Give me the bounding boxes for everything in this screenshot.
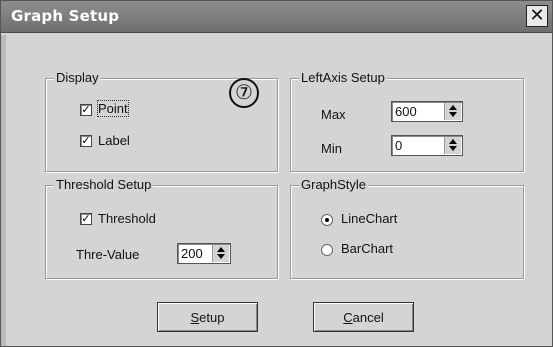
spin-down-icon[interactable]: [449, 146, 457, 151]
spin-up-icon[interactable]: [449, 105, 457, 110]
max-label: Max: [321, 107, 346, 122]
thre-value-spinner[interactable]: 200: [177, 243, 231, 264]
graph-setup-dialog: Graph Setup ✕ Display ✓ Point ✓ Label ⑦ …: [0, 0, 553, 347]
max-spinner-buttons[interactable]: [444, 103, 461, 120]
left-edge-strip: [1, 35, 6, 346]
cancel-button[interactable]: Cancel: [313, 302, 414, 332]
thre-value-spinner-buttons[interactable]: [212, 245, 229, 262]
setup-label: etup: [199, 309, 225, 325]
cancel-mnemonic: C: [343, 309, 353, 325]
max-value[interactable]: 600: [395, 104, 417, 119]
spin-up-icon[interactable]: [217, 247, 225, 252]
setup-mnemonic: S: [190, 309, 200, 325]
close-icon: ✕: [529, 5, 545, 26]
spin-down-icon[interactable]: [449, 112, 457, 117]
dialog-title: Graph Setup: [11, 7, 120, 25]
threshold-legend: Threshold Setup: [54, 177, 154, 192]
check-icon: ✓: [81, 134, 91, 147]
setup-button[interactable]: Setup: [157, 302, 258, 332]
label-label[interactable]: Label: [98, 133, 130, 148]
threshold-label[interactable]: Threshold: [98, 211, 156, 226]
point-checkbox[interactable]: ✓: [80, 104, 92, 116]
spin-up-icon[interactable]: [449, 139, 457, 144]
check-icon: ✓: [81, 212, 91, 225]
check-icon: ✓: [81, 103, 91, 116]
min-spinner[interactable]: 0: [391, 135, 463, 156]
display-legend: Display: [54, 70, 101, 85]
label-checkbox[interactable]: ✓: [80, 135, 92, 147]
radio-selected-dot: [325, 218, 329, 222]
thre-value[interactable]: 200: [181, 246, 203, 261]
close-button[interactable]: ✕: [526, 5, 548, 27]
min-value[interactable]: 0: [395, 138, 402, 153]
threshold-checkbox[interactable]: ✓: [80, 213, 92, 225]
spin-down-icon[interactable]: [217, 254, 225, 259]
annotation-mark: ⑦: [229, 78, 259, 108]
barchart-label[interactable]: BarChart: [341, 241, 393, 256]
linechart-radio[interactable]: [321, 214, 333, 226]
point-label[interactable]: Point: [97, 100, 129, 117]
left-axis-legend: LeftAxis Setup: [299, 70, 387, 85]
graph-style-legend: GraphStyle: [299, 177, 369, 192]
left-axis-group: LeftAxis Setup Max 600 Min 0: [290, 70, 524, 172]
barchart-radio[interactable]: [321, 244, 333, 256]
title-bar[interactable]: Graph Setup ✕: [1, 1, 552, 33]
linechart-label[interactable]: LineChart: [341, 211, 397, 226]
min-spinner-buttons[interactable]: [444, 137, 461, 154]
threshold-group: Threshold Setup ✓ Threshold Thre-Value 2…: [45, 177, 278, 279]
min-label: Min: [321, 141, 342, 156]
cancel-label: ancel: [352, 309, 384, 325]
thre-value-label: Thre-Value: [76, 247, 140, 262]
max-spinner[interactable]: 600: [391, 101, 463, 122]
graph-style-group: GraphStyle LineChart BarChart: [290, 177, 524, 279]
